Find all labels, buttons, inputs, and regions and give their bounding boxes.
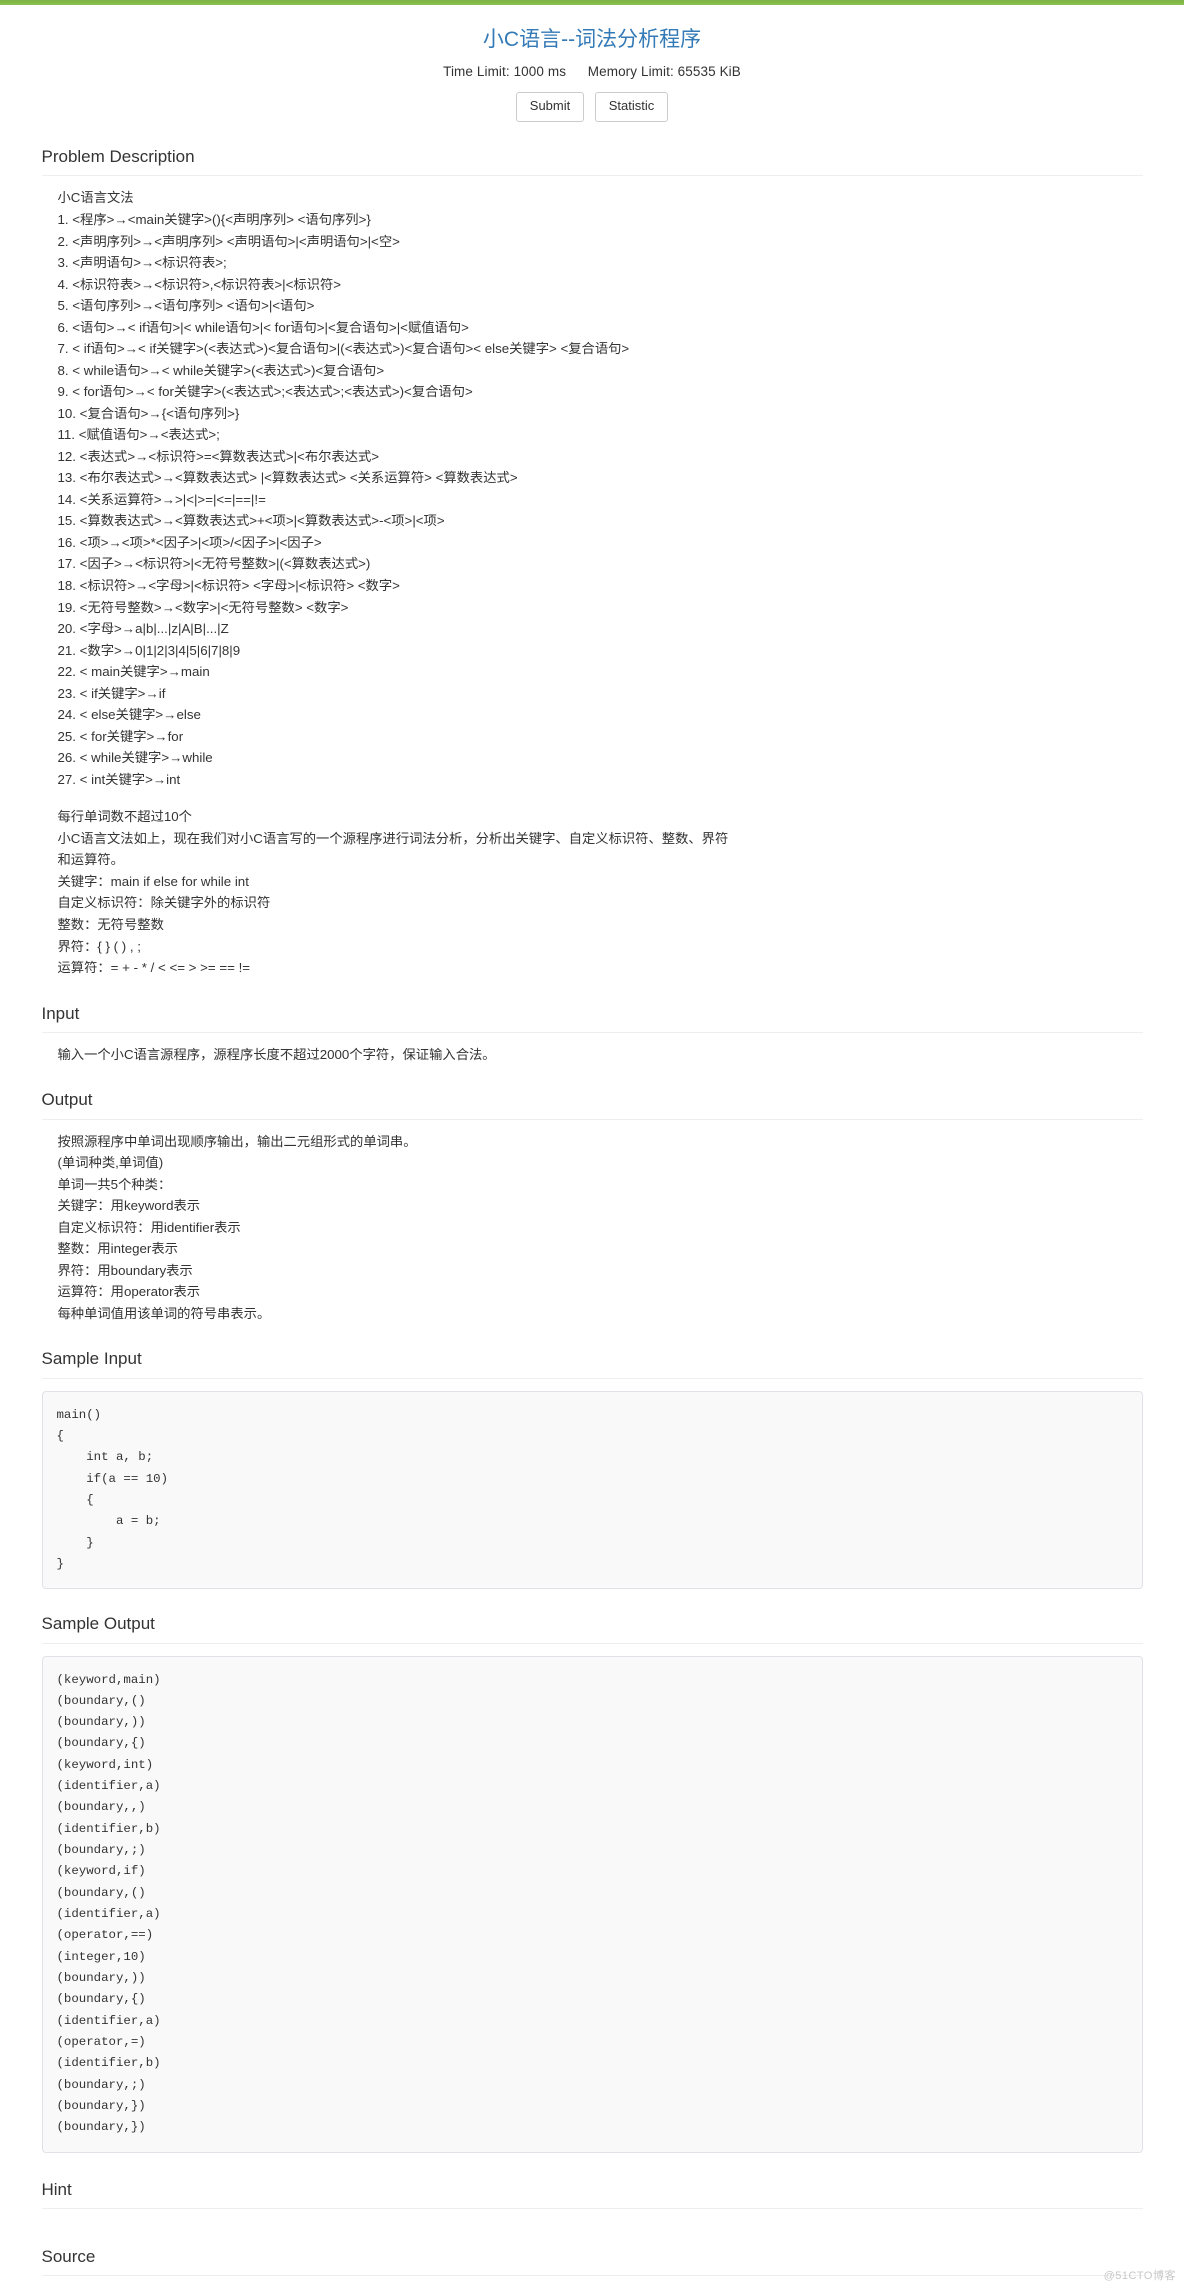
text-line: 单词一共5个种类： — [57, 1176, 172, 1192]
text-line: 12. <表达式>→<标识符>=<算数表达式>|<布尔表达式> — [57, 448, 380, 464]
text-line: 22. < main关键字>→main — [57, 664, 210, 680]
problem-page: 小C语言--词法分析程序 Time Limit: 1000 ms Memory … — [0, 0, 1184, 2287]
text-line: 2. <声明序列>→<声明序列> <声明语句>|<声明语句>|<空> — [57, 233, 400, 249]
text-line: 27. < int关键字>→int — [57, 771, 181, 787]
text-line: 7. < if语句>→< if关键字>(<表达式>)<复合语句>|(<表达式>)… — [57, 341, 630, 357]
accent-top-bar — [0, 0, 1184, 5]
sample-output-code[interactable]: (keyword,main) (boundary,() (boundary,))… — [41, 1655, 1143, 2153]
output-body: 按照源程序中单词出现顺序输出，输出二元组形式的单词串。 (单词种类,单词值) 单词一… — [42, 1120, 1143, 1325]
section-sample-output: Sample Output (keyword,main) (boundary,(… — [41, 1613, 1143, 2153]
text-line: 4. <标识符表>→<标识符>,<标识符表>|<标识符> — [57, 276, 342, 292]
text-line: 16. <项>→<项>*<因子>|<项>/<因子>|<因子> — [57, 534, 322, 550]
section-output: Output 按照源程序中单词出现顺序输出，输出二元组形式的单词串。 (单词种类,… — [41, 1089, 1143, 1325]
text-line: 26. < while关键字>→while — [57, 750, 213, 766]
source-body — [42, 2276, 1143, 2287]
text-line: 每种单词值用该单词的符号串表示。 — [57, 1305, 271, 1321]
section-source: Source — [41, 2246, 1143, 2287]
section-input: Input 输入一个小C语言源程序，源程序长度不超过2000个字符，保证输入合法… — [41, 1003, 1143, 1066]
text-line: 5. <语句序列>→<语句序列> <语句>|<语句> — [57, 298, 315, 314]
text-line: 18. <标识符>→<字母>|<标识符> <字母>|<标识符> <数字> — [57, 578, 400, 593]
input-heading: Input — [41, 1003, 1143, 1033]
text-line: 15. <算数表达式>→<算数表达式>+<项>|<算数表达式>-<项>|<项> — [57, 513, 445, 529]
hint-body — [42, 2209, 1143, 2220]
problem-description-heading: Problem Description — [41, 146, 1143, 177]
text-line: 13. <布尔表达式>→<算数表达式> |<算数表达式> <关系运算符> <算数… — [57, 470, 518, 486]
input-body: 输入一个小C语言源程序，源程序长度不超过2000个字符，保证输入合法。 — [42, 1033, 1143, 1066]
text-line: 17. <因子>→<标识符>|<无符号整数>|(<算数表达式>) — [57, 556, 371, 572]
text-line: 21. <数字>→0|1|2|3|4|5|6|7|8|9 — [57, 642, 241, 658]
text-line: 运算符：用operator表示 — [57, 1284, 201, 1300]
section-sample-input: Sample Input main() { int a, b; if(a == … — [41, 1348, 1143, 1590]
sample-input-heading: Sample Input — [41, 1348, 1143, 1379]
statistic-button[interactable]: Statistic — [594, 92, 669, 123]
watermark-text: @51CTO博客 — [1103, 2270, 1176, 2283]
section-problem-description: Problem Description 小C语言文法 1. <程序>→<main关… — [41, 146, 1143, 978]
text-line: 24. < else关键字>→else — [57, 707, 201, 723]
page-content: 小C语言--词法分析程序 Time Limit: 1000 ms Memory … — [34, 26, 1151, 2287]
text-line: 19. <无符号整数>→<数字>|<无符号整数> <数字> — [57, 599, 349, 615]
sample-output-heading: Sample Output — [41, 1613, 1143, 1644]
text-line: 运算符：= + - * / < <= > >= == != — [57, 960, 251, 976]
section-hint: Hint — [41, 2179, 1143, 2220]
text-line: 6. <语句>→< if语句>|< while语句>|< for语句>|<复合语… — [57, 319, 469, 335]
text-line: 8. < while语句>→< while关键字>(<表达式>)<复合语句> — [57, 362, 385, 378]
text-line: 输入一个小C语言源程序，源程序长度不超过2000个字符，保证输入合法。 — [57, 1046, 496, 1062]
text-line: 自定义标识符：用identifier表示 — [57, 1219, 241, 1235]
page-title: 小C语言--词法分析程序 — [482, 28, 702, 51]
hint-heading: Hint — [41, 2179, 1143, 2209]
text-line: 9. < for语句>→< for关键字>(<表达式>;<表达式>;<表达式>)… — [57, 384, 473, 400]
action-button-row: Submit Statistic — [42, 92, 1143, 123]
time-limit-text: Time Limit: 1000 ms — [443, 64, 567, 80]
text-line: 10. <复合语句>→{<语句序列>} — [57, 405, 240, 421]
sample-input-code[interactable]: main() { int a, b; if(a == 10) { a = b; … — [41, 1390, 1143, 1590]
text-line: 整数：用integer表示 — [57, 1241, 178, 1257]
text-line: 界符：用boundary表示 — [57, 1262, 193, 1278]
text-line: 小C语言文法 — [57, 190, 134, 206]
text-line: 3. <声明语句>→<标识符表>; — [57, 255, 227, 271]
text-line: 每行单词数不超过10个 — [57, 809, 192, 825]
text-line: 自定义标识符：除关键字外的标识符 — [57, 895, 271, 911]
source-heading: Source — [41, 2246, 1143, 2277]
memory-limit-text: Memory Limit: 65535 KiB — [587, 64, 741, 80]
text-line: 1. <程序>→<main关键字>(){<声明序列> <语句序列>} — [57, 211, 371, 227]
output-heading: Output — [41, 1089, 1143, 1120]
text-line: 和运算符。 — [57, 852, 124, 868]
text-line: 整数：无符号整数 — [57, 916, 164, 932]
text-line: 关键字：用keyword表示 — [57, 1198, 201, 1214]
submit-button[interactable]: Submit — [515, 92, 585, 123]
text-line: 14. <关系运算符>→>|<|>=|<=|==|!= — [57, 491, 266, 507]
text-line: (单词种类,单词值) — [57, 1155, 164, 1171]
text-line: 20. <字母>→a|b|...|z|A|B|...|Z — [57, 621, 229, 637]
problem-limits: Time Limit: 1000 ms Memory Limit: 65535 … — [42, 64, 1143, 79]
problem-description-body: 小C语言文法 1. <程序>→<main关键字>(){<声明序列> <语句序列>}… — [42, 176, 1143, 978]
text-line: 按照源程序中单词出现顺序输出，输出二元组形式的单词串。 — [57, 1133, 417, 1149]
text-line: 界符：{ } ( ) , ; — [57, 938, 142, 954]
text-line: 23. < if关键字>→if — [57, 685, 166, 701]
text-line: 小C语言文法如上，现在我们对小C语言写的一个源程序进行词法分析，分析出关键字、自… — [57, 830, 729, 846]
text-line: 25. < for关键字>→for — [57, 728, 184, 744]
text-line: 关键字：main if else for while int — [57, 873, 249, 889]
text-line: 11. <赋值语句>→<表达式>; — [57, 427, 220, 443]
